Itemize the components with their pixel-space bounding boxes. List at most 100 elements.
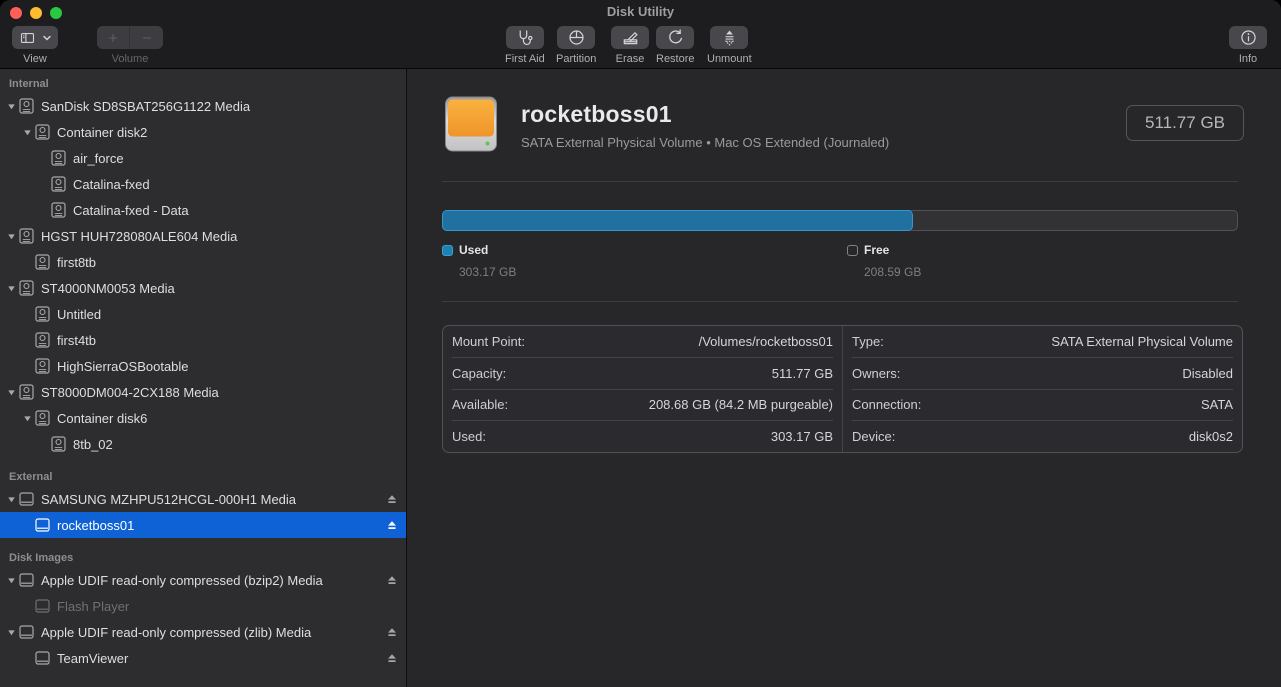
free-swatch-icon [847,244,858,256]
sidebar-item[interactable]: Catalina-fxed [0,171,406,197]
sidebar-item-label: TeamViewer [57,650,129,666]
size-badge: 511.77 GB [1126,105,1244,141]
sidebar-item[interactable]: Untitled [0,301,406,327]
external-drive-icon [18,572,35,588]
detail-row: Device: disk0s2 [852,421,1233,452]
internal-drive-icon [34,358,51,374]
partition-button[interactable] [557,26,596,49]
eject-button[interactable] [386,519,398,531]
detail-label: Device: [852,429,896,445]
internal-drive-icon [18,228,35,244]
info-button[interactable] [1229,26,1267,49]
eject-button[interactable] [386,574,398,586]
partition-group: Partition [556,26,596,65]
eject-button[interactable] [386,626,398,638]
disclosure-triangle-icon[interactable] [4,494,18,504]
sidebar-item[interactable]: Container disk6 [0,405,406,431]
eject-button[interactable] [386,493,398,505]
unmount-eject-icon-button[interactable] [710,26,749,49]
sidebar-item[interactable]: 8tb_02 [0,431,406,457]
free-value: 208.59 GB [864,265,922,279]
external-drive-icon [34,598,51,614]
disclosure-triangle-icon[interactable] [4,627,18,637]
titlebar[interactable]: Disk Utility [0,0,1281,24]
disclosure-triangle-icon[interactable] [4,283,18,293]
detail-value: disk0s2 [1188,429,1233,445]
info-circle-icon [1239,28,1258,47]
restore-label: Restore [656,53,695,65]
view-button[interactable] [12,26,58,49]
disclosure-triangle-icon[interactable] [4,387,18,397]
volume-label: Volume [111,53,149,65]
sidebar-item[interactable]: HGST HUH728080ALE604 Media [0,223,406,249]
used-value: 303.17 GB [459,265,517,279]
sidebar-item[interactable]: air_force [0,145,406,171]
sidebar-item[interactable]: SanDisk SD8SBAT256G1122 Media [0,93,406,119]
sidebar-icon [19,30,36,46]
close-window-button[interactable] [10,7,22,19]
disclosure-triangle-icon[interactable] [20,127,34,137]
sidebar-item[interactable]: Catalina-fxed - Data [0,197,406,223]
sidebar-item[interactable]: Flash Player [0,593,406,619]
disclosure-triangle-icon[interactable] [4,575,18,585]
sidebar-item[interactable]: ST4000NM0053 Media [0,275,406,301]
zoom-window-button[interactable] [50,7,62,19]
internal-drive-icon [34,254,51,270]
sidebar-item-label: Flash Player [57,598,130,614]
remove-volume-button[interactable] [130,26,163,49]
disclosure-triangle-icon[interactable] [20,413,34,423]
sidebar-item-label: Container disk2 [57,124,148,140]
sidebar-item[interactable]: first8tb [0,249,406,275]
sidebar-item[interactable]: rocketboss01 [0,512,406,538]
disclosure-triangle-icon[interactable] [4,101,18,111]
detail-label: Type: [852,333,884,349]
sidebar-item[interactable]: TeamViewer [0,645,406,671]
used-label: Used [459,243,489,257]
sidebar-item-label: first8tb [57,254,97,270]
sidebar-item[interactable]: ST8000DM004-2CX188 Media [0,379,406,405]
view-label: View [23,53,47,65]
sidebar-item[interactable]: Container disk2 [0,119,406,145]
eject-button[interactable] [386,652,398,664]
disclosure-triangle-icon[interactable] [4,231,18,241]
sidebar: Internal SanDisk SD8SBAT256G1122 Media Con… [0,69,407,687]
detail-row: Available: 208.68 GB (84.2 MB purgeable) [452,390,833,422]
restore-arrow-icon [666,28,685,47]
detail-value: SATA [1200,397,1233,413]
restore-button[interactable] [656,26,695,49]
sidebar-item-label: Catalina-fxed [73,176,150,192]
volume-segmented-control [97,26,163,49]
unmount-label: Unmount [707,53,752,65]
detail-value: SATA External Physical Volume [1051,333,1233,349]
internal-drive-icon [18,98,35,114]
sidebar-item[interactable]: SAMSUNG MZHPU512HCGL-000H1 Media [0,486,406,512]
minimize-window-button[interactable] [30,7,42,19]
first-aid-button[interactable] [505,26,544,49]
sidebar-item[interactable]: HighSierraOSBootable [0,353,406,379]
sidebar-item[interactable]: first4tb [0,327,406,353]
info-group: Info [1229,26,1267,65]
toolbar: Disk Utility View Volume First Aid Parti… [0,0,1281,69]
add-volume-button[interactable] [97,26,130,49]
first-aid-label: First Aid [505,53,545,65]
partition-label: Partition [556,53,597,65]
usage-bar [442,210,1238,231]
internal-drive-icon [50,150,67,166]
sidebar-item[interactable]: Apple UDIF read-only compressed (bzip2) … [0,567,406,593]
sidebar-item[interactable]: Apple UDIF read-only compressed (zlib) M… [0,619,406,645]
restore-group: Restore [656,26,695,65]
internal-drive-icon [34,410,51,426]
detail-value: /Volumes/rocketboss01 [698,333,833,349]
erase-button[interactable] [611,26,649,49]
external-drive-icon [34,650,51,666]
sidebar-item-label: rocketboss01 [57,517,135,533]
detail-row: Mount Point: /Volumes/rocketboss01 [452,326,833,358]
internal-drive-icon [50,202,67,218]
sidebar-item-label: 8tb_02 [73,436,113,452]
sidebar-section-title: External [9,471,53,483]
